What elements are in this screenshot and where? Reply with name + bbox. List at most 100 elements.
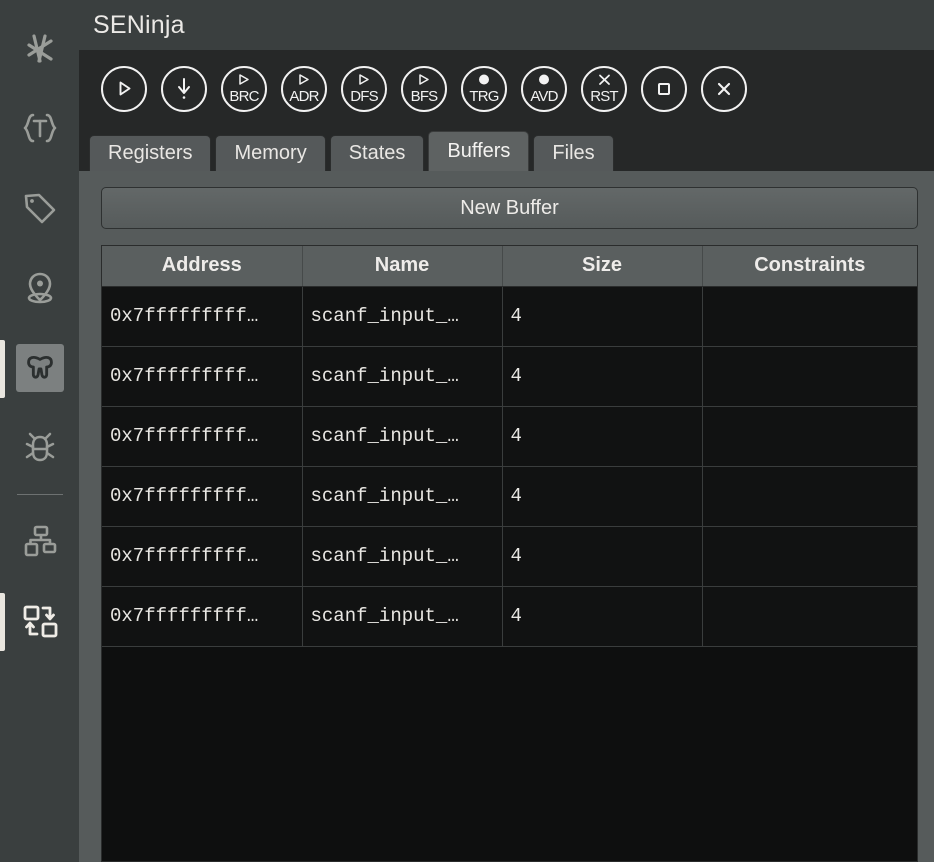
cell-name[interactable]: scanf_input_… <box>302 466 503 527</box>
seninja-toolbar: BRC ADR DFS BFS TRG AVD RST <box>79 50 934 127</box>
table-row[interactable]: 0x7fffffffff… scanf_input_… 4 <box>102 466 917 527</box>
window-titlebar: SENinja <box>79 0 934 50</box>
button-abbr: ADR <box>289 87 319 105</box>
cell-address[interactable]: 0x7fffffffff… <box>102 346 303 407</box>
table-row[interactable]: 0x7fffffffff… scanf_input_… 4 <box>102 286 917 347</box>
button-abbr: RST <box>590 87 618 105</box>
dot-icon <box>463 73 505 86</box>
sidebar-divider <box>16 494 63 495</box>
active-indicator-bar <box>0 593 5 651</box>
table-row[interactable]: 0x7fffffffff… scanf_input_… 4 <box>102 526 917 587</box>
sidebar-item-hash[interactable] <box>0 8 79 88</box>
table-row[interactable]: 0x7fffffffff… scanf_input_… 4 <box>102 346 917 407</box>
cell-address[interactable]: 0x7fffffffff… <box>102 526 303 587</box>
buffers-table: Address Name Size Constraints 0x7fffffff… <box>102 246 917 647</box>
column-header-name[interactable]: Name <box>302 246 503 287</box>
cell-name[interactable]: scanf_input_… <box>302 346 503 407</box>
tab-states[interactable]: States <box>329 135 425 171</box>
button-abbr: BFS <box>410 87 439 105</box>
cell-constraints[interactable] <box>702 286 917 347</box>
cell-address[interactable]: 0x7fffffffff… <box>102 286 303 347</box>
target-button[interactable]: TRG <box>461 65 507 112</box>
cell-size[interactable]: 4 <box>502 286 703 347</box>
square-icon <box>658 82 670 95</box>
location-icon <box>16 264 64 312</box>
tab-files[interactable]: Files <box>533 135 614 171</box>
cross-mini-icon <box>583 73 625 87</box>
bug-icon <box>16 424 64 472</box>
dot-icon <box>523 73 565 86</box>
button-abbr: AVD <box>530 87 558 105</box>
cell-size[interactable]: 4 <box>502 466 703 527</box>
cell-size[interactable]: 4 <box>502 346 703 407</box>
play-mini-icon <box>283 73 325 86</box>
avoid-button[interactable]: AVD <box>521 65 567 112</box>
buffers-table-container: Address Name Size Constraints 0x7fffffff… <box>101 245 918 862</box>
sidebar-item-transfer[interactable] <box>0 581 79 661</box>
main-window: SENinja BRC ADR DFS BFS TRG AVD RST Regi… <box>79 0 934 862</box>
table-header-row: Address Name Size Constraints <box>102 246 917 287</box>
table-body: 0x7fffffffff… scanf_input_… 4 0x7fffffff… <box>102 286 917 647</box>
sidebar-item-types[interactable] <box>0 88 79 168</box>
cell-constraints[interactable] <box>702 586 917 647</box>
tab-memory[interactable]: Memory <box>215 135 326 171</box>
cell-size[interactable]: 4 <box>502 526 703 587</box>
new-buffer-button[interactable]: New Buffer <box>101 187 918 229</box>
sidebar-item-location[interactable] <box>0 248 79 328</box>
sidebar-item-debugger[interactable] <box>0 408 79 488</box>
left-sidebar <box>0 0 79 862</box>
cell-address[interactable]: 0x7fffffffff… <box>102 466 303 527</box>
step-button[interactable] <box>161 65 207 112</box>
tag-icon <box>16 184 64 232</box>
buffers-panel: New Buffer Address Name Size Constraints <box>79 171 934 862</box>
seninja-window: SENinja BRC ADR DFS BFS TRG AVD RST Regi… <box>0 0 934 862</box>
dfs-button[interactable]: DFS <box>341 65 387 112</box>
transfer-icon <box>16 597 64 645</box>
cell-address[interactable]: 0x7fffffffff… <box>102 586 303 647</box>
cell-size[interactable]: 4 <box>502 406 703 467</box>
play-mini-icon <box>343 73 385 86</box>
tab-buffers[interactable]: Buffers <box>428 131 530 171</box>
play-mini-icon <box>403 73 445 86</box>
cell-size[interactable]: 4 <box>502 586 703 647</box>
bfs-button[interactable]: BFS <box>401 65 447 112</box>
close-button[interactable] <box>701 65 747 112</box>
cell-constraints[interactable] <box>702 526 917 587</box>
hierarchy-icon <box>16 517 64 565</box>
play-mini-icon <box>223 73 265 86</box>
types-icon <box>16 104 64 152</box>
cell-constraints[interactable] <box>702 466 917 527</box>
column-header-constraints[interactable]: Constraints <box>702 246 917 287</box>
run-branch-button[interactable]: BRC <box>221 65 267 112</box>
active-indicator-bar <box>0 340 5 398</box>
table-row[interactable]: 0x7fffffffff… scanf_input_… 4 <box>102 406 917 467</box>
ninja-icon <box>15 344 64 392</box>
tab-registers[interactable]: Registers <box>89 135 212 171</box>
run-address-button[interactable]: ADR <box>281 65 327 112</box>
page-title: SENinja <box>93 10 185 39</box>
button-abbr: TRG <box>469 87 499 105</box>
tab-bar: Registers Memory States Buffers Files <box>79 127 934 171</box>
sidebar-item-tag[interactable] <box>0 168 79 248</box>
cell-name[interactable]: scanf_input_… <box>302 526 503 587</box>
cell-constraints[interactable] <box>702 406 917 467</box>
arrow-down-icon <box>178 77 190 99</box>
run-button[interactable] <box>101 65 147 112</box>
column-header-size[interactable]: Size <box>502 246 703 287</box>
play-icon <box>119 81 130 96</box>
button-abbr: DFS <box>350 87 378 105</box>
button-abbr: BRC <box>229 87 259 105</box>
sidebar-item-hierarchy[interactable] <box>0 501 79 581</box>
cell-address[interactable]: 0x7fffffffff… <box>102 406 303 467</box>
cell-name[interactable]: scanf_input_… <box>302 406 503 467</box>
table-row[interactable]: 0x7fffffffff… scanf_input_… 4 <box>102 586 917 647</box>
column-header-address[interactable]: Address <box>102 246 303 287</box>
close-icon <box>717 82 731 95</box>
sidebar-item-seninja[interactable] <box>0 328 79 408</box>
table-header: Address Name Size Constraints <box>102 246 917 287</box>
cell-name[interactable]: scanf_input_… <box>302 286 503 347</box>
cell-name[interactable]: scanf_input_… <box>302 586 503 647</box>
reset-button[interactable]: RST <box>581 65 627 112</box>
stop-button[interactable] <box>641 65 687 112</box>
cell-constraints[interactable] <box>702 346 917 407</box>
